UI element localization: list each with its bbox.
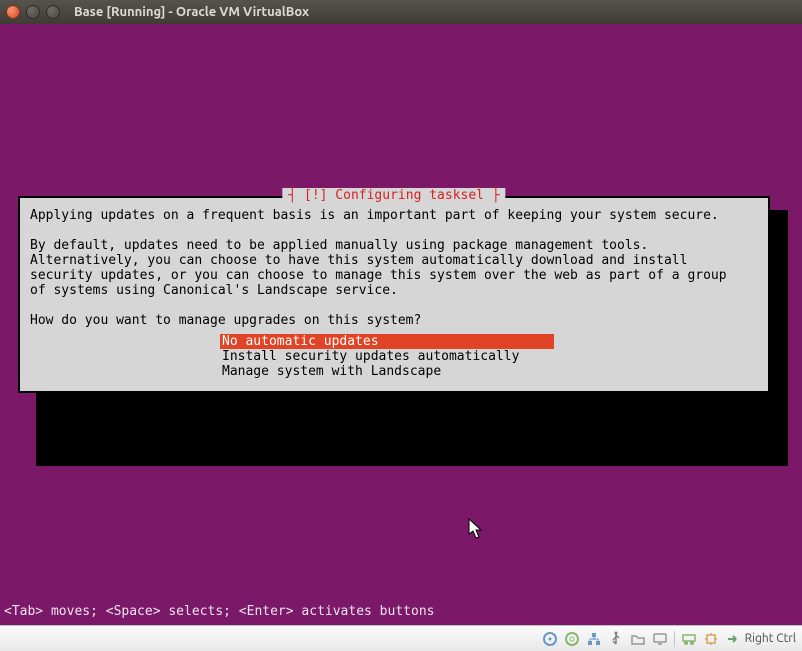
vb-statusbar: Right Ctrl [0, 625, 802, 651]
option-install-security-updates[interactable]: Install security updates automatically [220, 349, 554, 364]
option-manage-with-landscape[interactable]: Manage system with Landscape [220, 364, 554, 379]
host-key-label: Right Ctrl [745, 632, 796, 645]
harddisk-icon[interactable] [542, 631, 558, 647]
minimize-icon[interactable] [26, 5, 40, 19]
dialog-options: No automatic updates Install security up… [220, 334, 758, 379]
host-key-indicator: Right Ctrl [725, 631, 796, 647]
close-icon[interactable] [6, 5, 20, 19]
network-icon[interactable] [586, 631, 602, 647]
option-no-automatic-updates[interactable]: No automatic updates [220, 334, 554, 349]
shared-folder-icon[interactable] [630, 631, 646, 647]
key-hint: <Tab> moves; <Space> selects; <Enter> ac… [4, 604, 434, 619]
cpu-icon[interactable] [703, 631, 719, 647]
usb-icon[interactable] [608, 631, 624, 647]
optical-icon[interactable] [564, 631, 580, 647]
tasksel-dialog: ┤ [!] Configuring tasksel ├ Applying upd… [18, 196, 770, 393]
hostkey-arrow-icon [725, 631, 741, 647]
maximize-icon[interactable] [46, 5, 60, 19]
vm-display: ┤ [!] Configuring tasksel ├ Applying upd… [0, 24, 802, 625]
recording-icon[interactable] [681, 631, 697, 647]
statusbar-separator [674, 631, 675, 647]
titlebar: Base [Running] - Oracle VM VirtualBox [0, 0, 802, 24]
cursor-icon [468, 518, 484, 540]
window-title: Base [Running] - Oracle VM VirtualBox [74, 5, 309, 19]
dialog-title: ┤ [!] Configuring tasksel ├ [282, 188, 505, 203]
display-icon[interactable] [652, 631, 668, 647]
dialog-body: Applying updates on a frequent basis is … [30, 208, 758, 328]
